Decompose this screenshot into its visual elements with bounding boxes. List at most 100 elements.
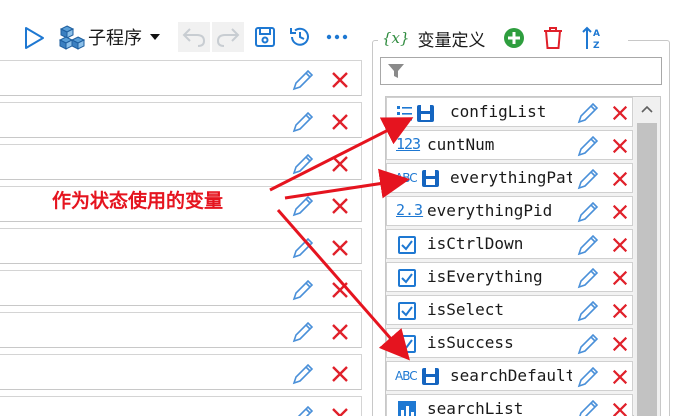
pencil-icon[interactable] — [576, 266, 600, 290]
delete-x-icon[interactable] — [611, 236, 629, 254]
sort-button[interactable]: A Z — [580, 24, 606, 52]
trash-icon — [544, 27, 562, 49]
pencil-icon[interactable] — [576, 101, 600, 125]
save-button[interactable] — [252, 24, 278, 50]
filter-icon — [388, 64, 404, 78]
pencil-icon[interactable] — [576, 332, 600, 356]
history-button[interactable] — [286, 24, 314, 50]
statement-row[interactable] — [0, 396, 362, 416]
variable-row[interactable]: ABC searchDefault — [386, 361, 633, 391]
delete-x-icon[interactable] — [330, 238, 350, 258]
add-variable-button[interactable] — [502, 26, 526, 50]
delete-x-icon[interactable] — [611, 203, 629, 221]
pencil-icon[interactable] — [576, 134, 600, 158]
pencil-icon[interactable] — [576, 299, 600, 323]
checkbox-icon — [398, 302, 416, 320]
variable-name: isEverything — [427, 267, 543, 286]
play-icon — [25, 27, 44, 49]
pencil-icon[interactable] — [291, 110, 315, 134]
pencil-icon[interactable] — [291, 362, 315, 386]
sort-az-icon: A Z — [582, 26, 600, 51]
decimal-2.3-icon: 2.3 — [396, 201, 424, 219]
panel-title: 变量定义 — [417, 30, 486, 51]
variable-row[interactable]: isSuccess — [386, 328, 633, 358]
scroll-up-button[interactable] — [634, 97, 660, 121]
scroll-thumb[interactable] — [637, 123, 657, 416]
variable-row[interactable]: 2.3 everythingPid — [386, 196, 633, 226]
statement-row[interactable] — [0, 228, 362, 264]
variable-row[interactable]: isEverything — [386, 262, 633, 292]
statement-row[interactable] — [0, 312, 362, 348]
data-table-icon — [398, 401, 416, 416]
redo-icon — [216, 28, 240, 47]
pencil-icon[interactable] — [291, 68, 315, 92]
ellipsis-icon — [326, 34, 348, 40]
delete-x-icon[interactable] — [611, 269, 629, 287]
pencil-icon[interactable] — [291, 236, 315, 260]
delete-x-icon[interactable] — [611, 104, 629, 122]
statement-row[interactable] — [0, 60, 362, 96]
app-window: 子程序 {x} 变量定义 A Z configList 123 cuntNum … — [0, 0, 688, 416]
variable-row[interactable]: isCtrlDown — [386, 229, 633, 259]
checkbox-icon — [398, 236, 416, 254]
variable-name: everythingPid — [427, 201, 553, 220]
run-button[interactable] — [20, 24, 48, 52]
redo-button[interactable] — [212, 22, 244, 52]
pencil-icon[interactable] — [291, 194, 315, 218]
delete-x-icon[interactable] — [611, 170, 629, 188]
pencil-icon[interactable] — [576, 398, 600, 416]
delete-x-icon[interactable] — [611, 401, 629, 416]
list-save-icon — [397, 105, 434, 122]
variable-row[interactable]: configList — [386, 97, 633, 127]
pencil-icon[interactable] — [576, 167, 600, 191]
delete-x-icon[interactable] — [611, 137, 629, 155]
delete-x-icon[interactable] — [330, 154, 350, 174]
statement-row[interactable] — [0, 354, 362, 390]
history-icon — [290, 27, 309, 46]
pencil-icon[interactable] — [576, 233, 600, 257]
delete-x-icon[interactable] — [330, 322, 350, 342]
checkbox-icon — [398, 269, 416, 287]
delete-x-icon[interactable] — [330, 196, 350, 216]
more-button[interactable] — [324, 26, 350, 48]
string-abc-icon: ABC — [395, 369, 418, 383]
checkbox-icon — [398, 335, 416, 353]
variable-row[interactable]: ABC everythingPat — [386, 163, 633, 193]
chevron-up-icon — [641, 105, 653, 113]
variable-filter-input[interactable] — [380, 57, 662, 85]
delete-x-icon[interactable] — [611, 335, 629, 353]
pencil-icon[interactable] — [576, 365, 600, 389]
pencil-icon[interactable] — [576, 200, 600, 224]
delete-x-icon[interactable] — [330, 112, 350, 132]
variable-name: isCtrlDown — [427, 234, 524, 253]
variable-x-icon: {x} — [382, 29, 410, 47]
variable-name: configList — [450, 102, 547, 121]
delete-x-icon[interactable] — [611, 368, 629, 386]
statement-row[interactable] — [0, 270, 362, 306]
pencil-icon[interactable] — [291, 404, 315, 416]
integer-123-icon: 123 — [396, 135, 421, 153]
delete-variable-button[interactable] — [540, 24, 566, 52]
cubes-icon — [58, 25, 86, 50]
pencil-icon[interactable] — [291, 152, 315, 176]
statement-row[interactable] — [0, 144, 362, 180]
variable-row[interactable]: isSelect — [386, 295, 633, 325]
pencil-icon[interactable] — [291, 278, 315, 302]
undo-button[interactable] — [178, 22, 210, 52]
delete-x-icon[interactable] — [330, 280, 350, 300]
pencil-icon[interactable] — [291, 320, 315, 344]
delete-x-icon[interactable] — [330, 364, 350, 384]
variable-row[interactable]: searchList — [386, 394, 633, 416]
subroutine-menu-button[interactable]: 子程序 — [58, 22, 174, 52]
delete-x-icon[interactable] — [611, 302, 629, 320]
variable-list-scrollbar[interactable] — [634, 97, 660, 416]
plus-circle-icon — [504, 28, 524, 48]
statement-row[interactable] — [0, 102, 362, 138]
delete-x-icon[interactable] — [330, 406, 350, 416]
delete-x-icon[interactable] — [330, 70, 350, 90]
subroutine-label: 子程序 — [88, 28, 142, 49]
variable-row[interactable]: 123 cuntNum — [386, 130, 633, 160]
variable-name: everythingPat — [450, 168, 572, 187]
variable-name: searchList — [427, 399, 524, 416]
variable-name: isSelect — [427, 300, 505, 319]
